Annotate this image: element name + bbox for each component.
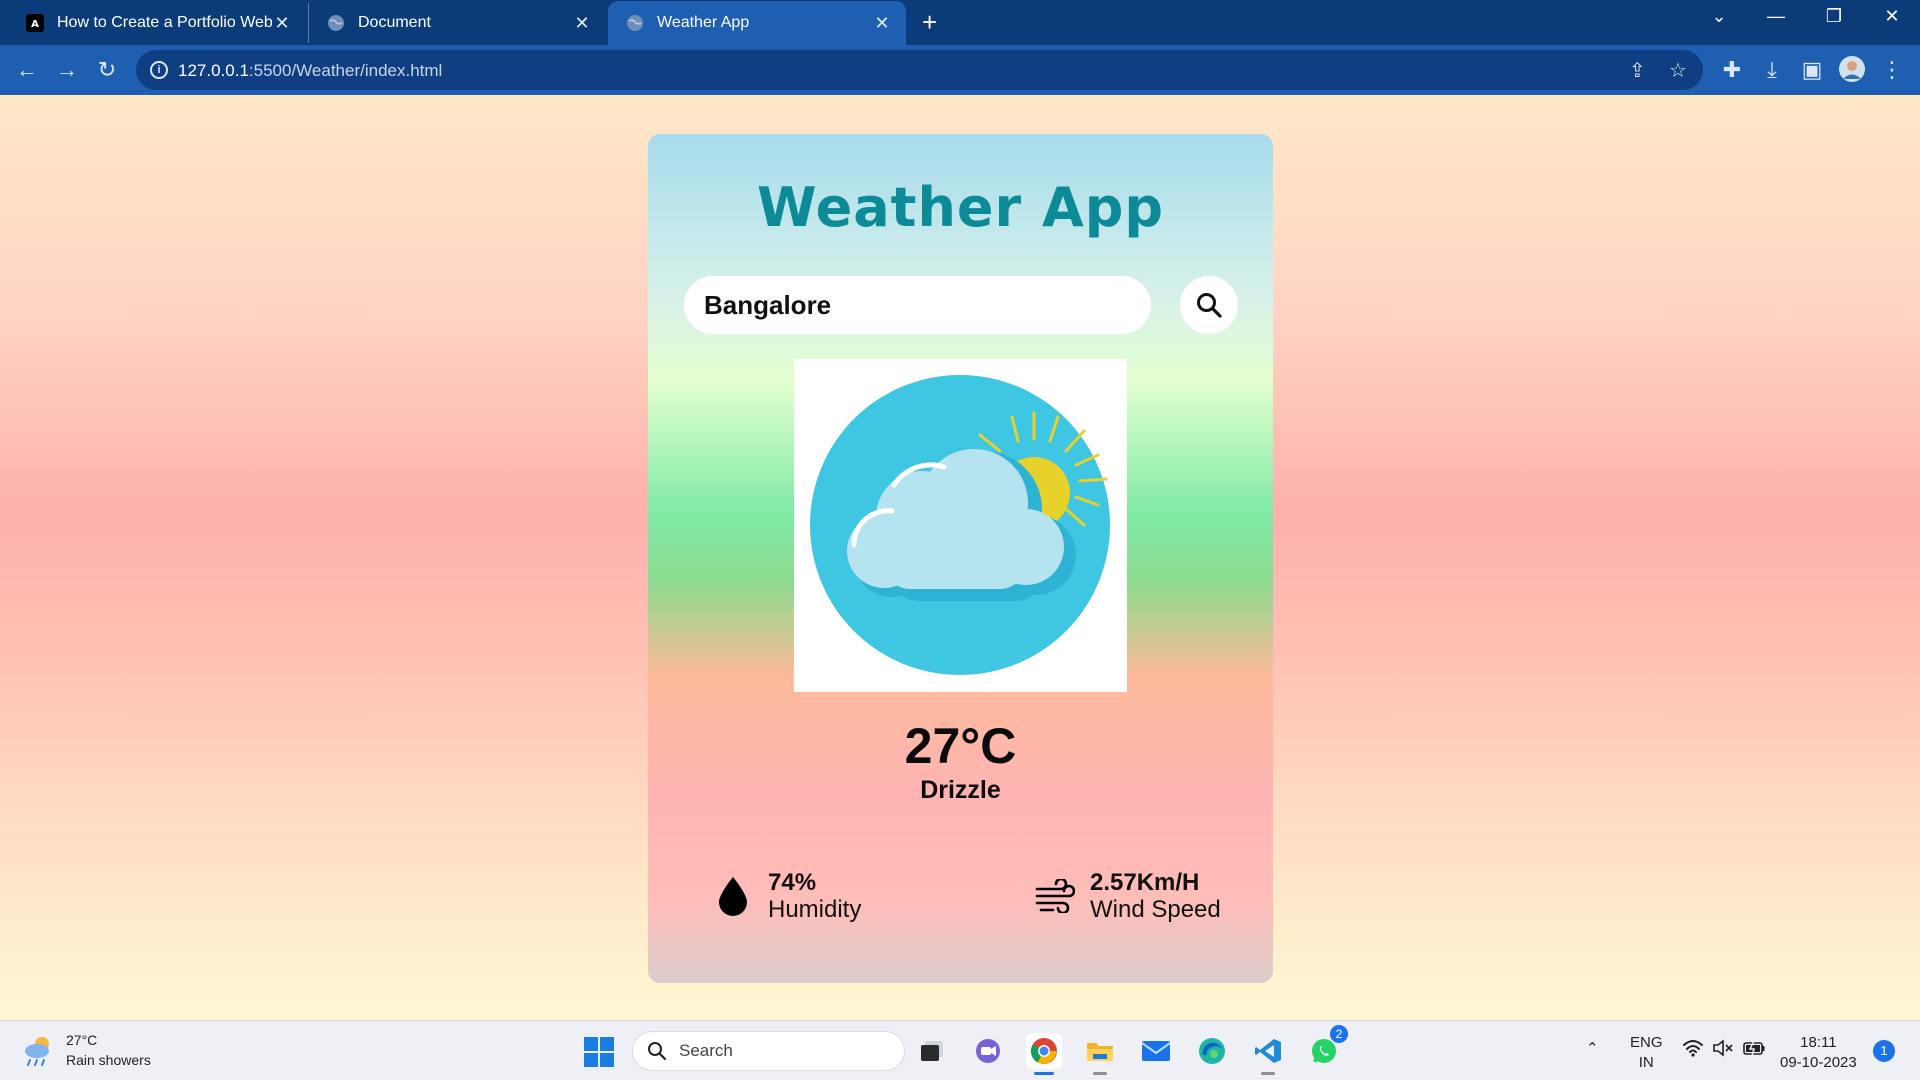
wind-speed-label: Wind Speed	[1090, 896, 1221, 923]
profile-avatar[interactable]	[1838, 55, 1866, 83]
minimize-button[interactable]: —	[1756, 6, 1796, 27]
taskbar-temperature: 27°C	[66, 1032, 98, 1048]
search-icon	[1197, 293, 1222, 318]
teams-chat-button[interactable]	[970, 1033, 1006, 1069]
humidity-label: Humidity	[768, 896, 862, 923]
mail-button[interactable]	[1138, 1033, 1174, 1069]
weather-condition: Drizzle	[920, 776, 1001, 804]
wifi-icon[interactable]	[1682, 1039, 1704, 1063]
water-drop-icon	[719, 877, 747, 916]
ai-logo-icon: A	[26, 14, 44, 32]
folder-icon	[1087, 1043, 1113, 1061]
svg-text:A: A	[31, 19, 39, 30]
language-code: ENG	[1630, 1034, 1663, 1051]
page-background: Weather App Bangalore 27°C Drizzle 74% H…	[0, 95, 1920, 1020]
taskbar-weather-widget[interactable]: 27°C Rain showers	[22, 1030, 151, 1070]
search-icon	[648, 1042, 667, 1061]
taskbar: 27°C Rain showers Search 2 ⌃ ENG IN 18:1…	[0, 1020, 1920, 1080]
notification-badge[interactable]: 1	[1873, 1040, 1895, 1062]
globe-icon	[627, 15, 643, 31]
clock[interactable]: 18:11 09-10-2023	[1780, 1033, 1857, 1073]
humidity-value: 74%	[768, 869, 817, 896]
weather-card: Weather App Bangalore 27°C Drizzle 74% H…	[648, 134, 1273, 983]
clock-time: 18:11	[1800, 1034, 1837, 1051]
close-tab-icon[interactable]: ✕	[272, 13, 292, 34]
tab-portfolio[interactable]: A How to Create a Portfolio Websi ✕	[8, 3, 306, 43]
start-button[interactable]	[584, 1037, 614, 1067]
edge-icon	[1199, 1038, 1225, 1064]
rain-cloud-icon	[25, 1037, 49, 1066]
task-view-icon	[921, 1041, 943, 1061]
bookmark-star-icon[interactable]: ☆	[1669, 58, 1687, 83]
city-search-input[interactable]	[684, 276, 1151, 334]
clock-date: 09-10-2023	[1780, 1054, 1857, 1071]
chrome-taskbar-button[interactable]	[1026, 1033, 1062, 1075]
chrome-icon	[1030, 1038, 1057, 1064]
avatar-icon	[1839, 56, 1865, 82]
restore-button[interactable]: ❐	[1814, 6, 1854, 27]
taskbar-weather-desc: Rain showers	[66, 1052, 151, 1068]
wind-panel: 2.57Km/H Wind Speed	[1034, 869, 1221, 923]
tab-title: Document	[358, 14, 431, 31]
forward-icon[interactable]: →	[53, 56, 81, 84]
taskbar-search[interactable]: Search	[632, 1031, 905, 1071]
region-code: IN	[1638, 1054, 1654, 1071]
wind-speed-value: 2.57Km/H	[1090, 869, 1200, 896]
side-panel-icon[interactable]: ▣	[1798, 56, 1826, 84]
back-icon[interactable]: ←	[13, 56, 41, 84]
temperature: 27°C	[904, 718, 1017, 774]
address-bar[interactable]: i 127.0.0.1:5500/Weather/index.html ⇪ ☆	[136, 50, 1703, 90]
url-text[interactable]: 127.0.0.1:5500/Weather/index.html	[178, 61, 442, 81]
app-title: Weather App	[756, 176, 1165, 239]
tab-document[interactable]: Document ✕	[308, 3, 606, 43]
edge-button[interactable]	[1194, 1033, 1230, 1069]
tab-title: How to Create a Portfolio Websi	[57, 14, 272, 31]
browser-tab-bar: A How to Create a Portfolio Websi ✕ Docu…	[0, 0, 1920, 45]
language-indicator[interactable]: ENG IN	[1630, 1033, 1663, 1073]
volume-muted-icon[interactable]	[1712, 1039, 1734, 1063]
humidity-panel: 74% Humidity	[712, 869, 861, 923]
close-tab-icon[interactable]: ✕	[572, 13, 592, 34]
extensions-icon[interactable]: ✚	[1718, 56, 1746, 84]
download-icon[interactable]: ⤓	[1758, 56, 1786, 84]
wifi-signal-icon	[1683, 1040, 1703, 1057]
whatsapp-button[interactable]: 2	[1306, 1025, 1348, 1069]
browser-toolbar: ← → ↻ i 127.0.0.1:5500/Weather/index.htm…	[0, 45, 1920, 95]
chat-icon	[976, 1039, 1000, 1063]
close-tab-icon[interactable]: ✕	[872, 13, 892, 34]
sun-behind-cloud-icon	[810, 375, 1110, 675]
close-window-button[interactable]: ✕	[1872, 6, 1912, 27]
taskbar-search-label: Search	[679, 1041, 733, 1060]
tab-title: Weather App	[657, 14, 750, 31]
mail-icon	[1141, 1041, 1171, 1061]
task-view-button[interactable]	[914, 1033, 950, 1069]
new-tab-button[interactable]: +	[922, 7, 937, 37]
weather-image	[794, 359, 1127, 692]
url-path: :5500/Weather/index.html	[248, 61, 443, 80]
file-explorer-button[interactable]	[1082, 1033, 1118, 1075]
reload-icon[interactable]: ↻	[93, 56, 121, 84]
share-icon[interactable]: ⇪	[1629, 58, 1646, 83]
whatsapp-badge: 2	[1330, 1025, 1348, 1043]
tab-search-icon[interactable]: ⌄	[1699, 6, 1739, 27]
tab-weather-app[interactable]: Weather App ✕	[608, 1, 906, 45]
vscode-icon	[1255, 1039, 1281, 1063]
show-hidden-icons[interactable]: ⌃	[1586, 1039, 1599, 1059]
menu-kebab-icon[interactable]: ⋮	[1878, 56, 1906, 84]
globe-icon	[328, 15, 344, 31]
battery-charging-icon	[1743, 1040, 1765, 1057]
url-host: 127.0.0.1	[178, 61, 249, 80]
battery-icon[interactable]	[1742, 1039, 1766, 1063]
wind-icon	[1035, 879, 1075, 913]
search-button[interactable]	[1180, 276, 1238, 334]
site-info-icon[interactable]: i	[150, 61, 168, 79]
speaker-muted-icon	[1713, 1039, 1733, 1057]
vscode-button[interactable]	[1250, 1033, 1286, 1075]
